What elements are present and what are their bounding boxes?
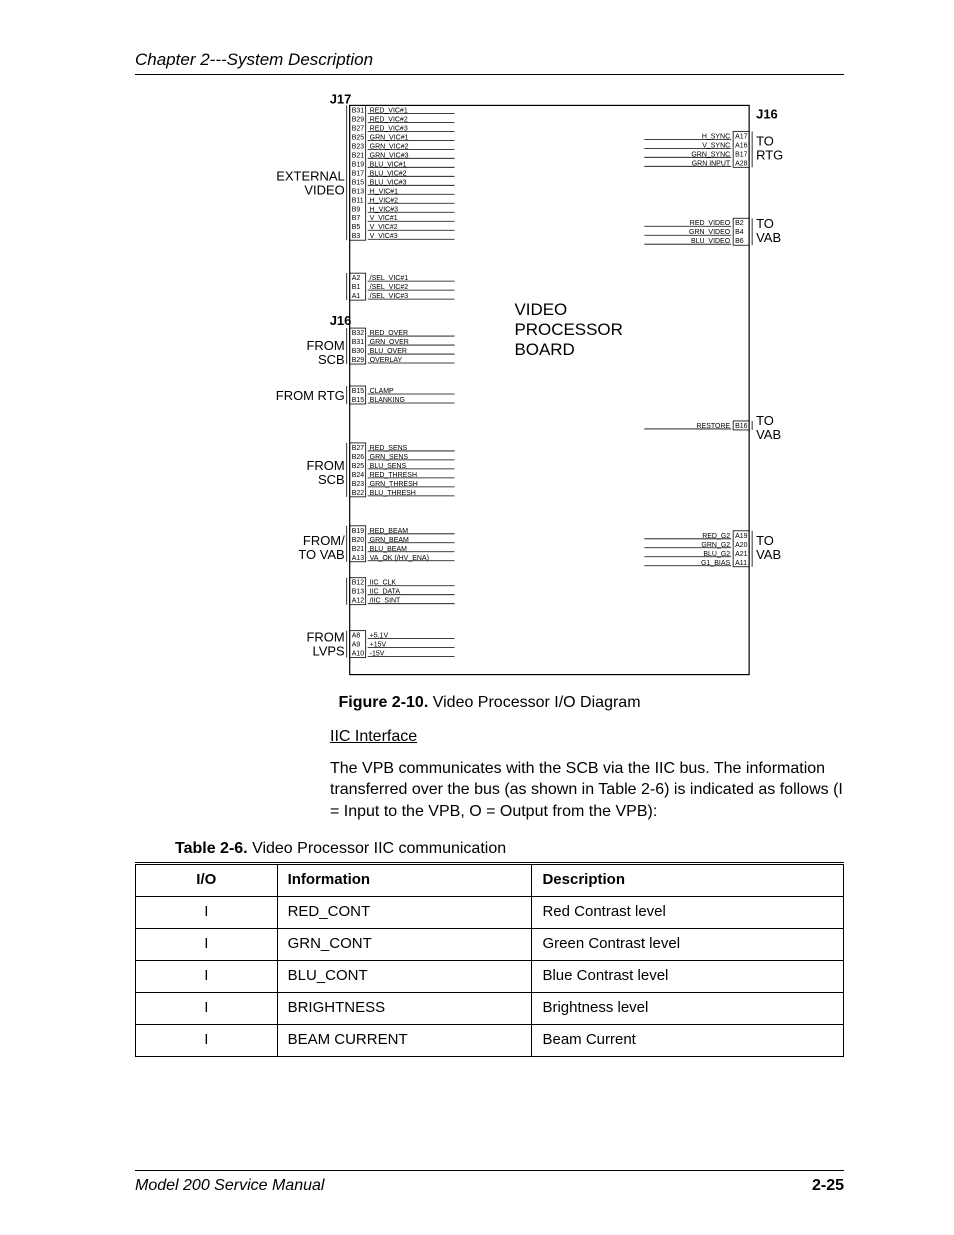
svg-text:A12: A12 [352,598,365,605]
svg-text:B9: B9 [352,206,361,213]
svg-text:A16: A16 [735,142,748,149]
iic-table: I/O Information Description IRED_CONTRed… [135,862,844,1057]
table-caption: Table 2-6. Video Processor IIC communica… [175,840,844,858]
svg-text:J17: J17 [330,91,352,106]
svg-text:BOARD: BOARD [514,340,574,359]
svg-text:VIDEO: VIDEO [304,182,344,197]
svg-text:B27: B27 [352,445,365,452]
svg-text:B31: B31 [352,339,365,346]
svg-text:A9: A9 [352,642,361,649]
svg-text:A28: A28 [735,160,748,167]
svg-text:B30: B30 [352,348,365,355]
svg-text:RTG: RTG [756,147,783,162]
th-io: I/O [136,864,278,897]
th-info: Information [277,864,532,897]
svg-text:TO: TO [756,533,774,548]
svg-text:TO: TO [756,216,774,231]
svg-text:B25: B25 [352,134,365,141]
svg-text:B29: B29 [352,357,365,364]
svg-text:VAB: VAB [756,547,781,562]
figure-diagram: VIDEO PROCESSOR BOARD J17 EXTERNAL VIDEO… [135,90,844,690]
svg-text:SCB: SCB [318,472,345,487]
footer-title: Model 200 Service Manual [135,1177,324,1195]
svg-text:B26: B26 [352,454,365,461]
svg-text:FROM/: FROM/ [303,533,345,548]
svg-text:A2: A2 [352,275,361,282]
svg-text:B1: B1 [352,284,361,291]
svg-text:B27: B27 [352,125,365,132]
svg-text:TO VAB: TO VAB [298,547,344,562]
svg-text:A19: A19 [735,533,748,540]
svg-text:B17: B17 [352,170,365,177]
svg-text:J16: J16 [756,106,778,121]
svg-text:FROM RTG: FROM RTG [276,388,345,403]
svg-text:A17: A17 [735,133,748,140]
svg-text:A1: A1 [352,293,361,300]
svg-text:B17: B17 [735,151,748,158]
svg-text:VIDEO: VIDEO [514,300,567,319]
svg-text:B20: B20 [352,537,365,544]
svg-text:A11: A11 [735,560,747,567]
footer-page: 2-25 [812,1177,844,1195]
svg-text:B29: B29 [352,116,365,123]
svg-text:B22: B22 [352,490,365,497]
iic-interface-heading: IIC Interface [330,726,844,748]
svg-text:B21: B21 [352,152,365,159]
svg-text:A20: A20 [735,542,748,549]
svg-text:J16: J16 [330,313,352,328]
svg-text:B15: B15 [352,388,365,395]
svg-text:B21: B21 [352,546,365,553]
svg-text:LVPS: LVPS [313,644,346,659]
th-desc: Description [532,864,844,897]
svg-text:B15: B15 [352,179,365,186]
table-row: IGRN_CONTGreen Contrast level [136,929,844,961]
svg-text:VAB: VAB [756,230,781,245]
svg-text:B32: B32 [352,330,365,337]
svg-text:FROM: FROM [307,458,345,473]
svg-text:B13: B13 [352,188,365,195]
svg-text:A21: A21 [735,551,748,558]
svg-text:VAB: VAB [756,427,781,442]
svg-text:B11: B11 [352,197,364,204]
svg-text:SCB: SCB [318,352,345,367]
svg-text:TO: TO [756,413,774,428]
svg-text:B15: B15 [352,397,365,404]
svg-text:PROCESSOR: PROCESSOR [514,320,622,339]
table-row: IBLU_CONTBlue Contrast level [136,961,844,993]
svg-text:B23: B23 [352,143,365,150]
svg-text:B13: B13 [352,589,365,596]
svg-text:A13: A13 [352,555,365,562]
svg-text:EXTERNAL: EXTERNAL [276,168,344,183]
svg-text:A10: A10 [352,651,365,658]
iic-interface-body: The VPB communicates with the SCB via th… [330,758,844,823]
svg-text:B5: B5 [352,224,361,231]
svg-text:B6: B6 [735,238,744,245]
svg-text:TO: TO [756,133,774,148]
chapter-header: Chapter 2---System Description [135,50,844,75]
page-footer: Model 200 Service Manual 2-25 [135,1170,844,1195]
svg-text:A8: A8 [352,633,361,640]
table-row: IBRIGHTNESSBrightness level [136,993,844,1025]
svg-text:B4: B4 [735,229,744,236]
figure-caption: Figure 2-10. Video Processor I/O Diagram [135,694,844,712]
svg-text:B24: B24 [352,472,365,479]
svg-text:B16: B16 [735,423,748,430]
svg-text:B19: B19 [352,528,365,535]
svg-text:B25: B25 [352,463,365,470]
svg-text:B31: B31 [352,107,365,114]
svg-text:B3: B3 [352,233,361,240]
svg-text:FROM: FROM [307,338,345,353]
table-header-row: I/O Information Description [136,864,844,897]
svg-text:B23: B23 [352,481,365,488]
svg-text:B19: B19 [352,161,365,168]
svg-text:B2: B2 [735,220,744,227]
svg-text:B7: B7 [352,215,361,222]
table-row: IBEAM CURRENTBeam Current [136,1025,844,1057]
svg-text:B12: B12 [352,580,365,587]
table-row: IRED_CONTRed Contrast level [136,897,844,929]
svg-text:FROM: FROM [307,630,345,645]
